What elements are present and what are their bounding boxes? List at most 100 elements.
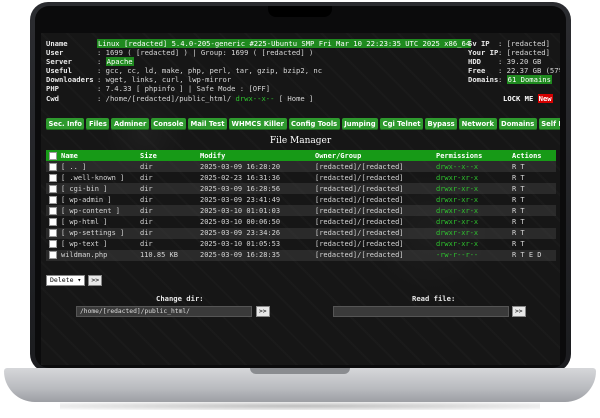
server-info-panel: Uname Linux [redacted] 5.4.0-205-generic…	[46, 39, 560, 103]
menu-domains-button[interactable]: Domains	[498, 118, 537, 130]
bulk-action-value: Delete	[50, 276, 74, 284]
cwd-path[interactable]: : /home/[redacted]/public_html/	[97, 94, 231, 103]
bulk-action-select[interactable]: Delete ▾	[46, 275, 86, 286]
menu-files-button[interactable]: Files	[86, 118, 110, 130]
file-modify[interactable]: 2025-03-09 16:28:20	[197, 161, 312, 173]
menu-config-tools-button[interactable]: Config Tools	[288, 118, 340, 130]
file-name-link[interactable]: [ wp-settings ]	[61, 229, 124, 237]
file-name-link[interactable]: [ .well-known ]	[61, 174, 124, 182]
lock-me-button[interactable]: LOCK ME New	[503, 93, 553, 103]
table-row: [ wp-content ] dir 2025-03-10 01:01:03 […	[46, 205, 556, 217]
row-checkbox[interactable]	[49, 184, 57, 193]
menu-console-button[interactable]: Console	[150, 118, 186, 130]
file-actions[interactable]: R T	[509, 216, 556, 227]
home-link[interactable]: [ Home ]	[279, 94, 314, 103]
tool-menu: Sec. Info Files Adminer Console Mail Tes…	[46, 118, 560, 130]
table-row: wildman.php 110.85 KB 2025-03-09 16:28:3…	[46, 249, 556, 261]
file-permissions[interactable]: drwxr-xr-x	[433, 239, 509, 250]
server-prefix: :	[97, 57, 106, 67]
file-name-link[interactable]: [ wp-admin ]	[61, 196, 112, 204]
file-owner: [redacted]/[redacted]	[312, 183, 433, 195]
new-badge: New	[537, 93, 553, 103]
row-checkbox[interactable]	[49, 218, 57, 227]
row-checkbox[interactable]	[49, 195, 57, 204]
file-size: dir	[140, 240, 153, 249]
menu-jumping-button[interactable]: Jumping	[341, 118, 379, 130]
bulk-go-button[interactable]: >>	[88, 275, 103, 286]
server-value-wrap: : Apache	[97, 57, 134, 67]
read-file-go-button[interactable]: >>	[512, 306, 526, 317]
file-actions[interactable]: R T	[509, 205, 556, 217]
info-label: Downloaders	[46, 75, 94, 85]
file-modify[interactable]: 2025-03-10 00:06:50	[197, 216, 312, 227]
read-file-input[interactable]	[333, 306, 509, 317]
file-actions[interactable]: R T	[509, 172, 556, 183]
change-dir-label: Change dir:	[156, 294, 204, 303]
bottom-forms: Change dir: /home/[redacted]/public_html…	[46, 290, 556, 320]
file-permissions[interactable]: drwxr-xr-x	[433, 227, 509, 239]
info-label: Your IP	[468, 48, 499, 58]
row-checkbox[interactable]	[49, 240, 57, 249]
laptop-shadow	[60, 402, 540, 410]
row-checkbox[interactable]	[49, 229, 57, 238]
file-permissions[interactable]: drwxr-xr-x	[433, 172, 509, 183]
file-permissions[interactable]: drwxr-xr-x	[433, 216, 509, 227]
select-all-checkbox[interactable]	[49, 151, 57, 160]
change-dir-go-button[interactable]: >>	[256, 306, 270, 317]
menu-adminer-button[interactable]: Adminer	[111, 118, 149, 130]
useful-value: : gcc, cc, ld, make, php, perl, tar, gzi…	[97, 66, 323, 76]
file-owner: [redacted]/[redacted]	[312, 249, 433, 261]
file-actions[interactable]: R T	[509, 227, 556, 239]
menu-self-remove-button[interactable]: Self Remove	[538, 118, 560, 130]
menu-bypass-button[interactable]: Bypass	[425, 118, 458, 130]
row-checkbox[interactable]	[49, 162, 57, 171]
file-name-cell: [ .well-known ]	[46, 172, 137, 183]
file-actions[interactable]: R T	[509, 239, 556, 250]
domains-value[interactable]: 61 Domains	[506, 75, 552, 85]
info-row-cwd: Cwd : /home/[redacted]/public_html/ drwx…	[46, 93, 556, 103]
file-actions[interactable]: R T	[509, 183, 556, 195]
file-size: 110.85 KB	[137, 249, 197, 261]
file-modify[interactable]: 2025-03-09 16:28:56	[197, 183, 312, 195]
file-name-link[interactable]: [ wp-content ]	[61, 207, 120, 215]
file-name-link[interactable]: [ wp-html ]	[61, 218, 107, 226]
menu-network-button[interactable]: Network	[459, 118, 497, 130]
menu-mail-test-button[interactable]: Mail Test	[187, 118, 227, 130]
file-modify[interactable]: 2025-03-10 01:01:03	[197, 205, 312, 217]
menu-sec-info-button[interactable]: Sec. Info	[46, 118, 85, 130]
file-modify[interactable]: 2025-03-09 16:28:35	[197, 249, 312, 261]
file-permissions[interactable]: -rw-r--r--	[433, 249, 509, 261]
change-dir-input[interactable]: /home/[redacted]/public_html/	[76, 306, 252, 317]
lock-me-label: LOCK ME	[503, 93, 534, 103]
file-permissions[interactable]: drwxr-xr-x	[433, 194, 509, 205]
file-modify[interactable]: 2025-02-23 16:31:36	[197, 172, 312, 183]
file-name-link[interactable]: [ .. ]	[61, 163, 86, 171]
menu-cgi-telnet-button[interactable]: Cgi Telnet	[380, 118, 424, 130]
file-modify[interactable]: 2025-03-09 23:41:49	[197, 194, 312, 205]
table-row: [ cgi-bin ] dir 2025-03-09 16:28:56 [red…	[46, 183, 556, 195]
file-actions[interactable]: R T E D	[509, 249, 556, 261]
file-modify[interactable]: 2025-03-09 23:34:26	[197, 227, 312, 239]
file-modify[interactable]: 2025-03-10 01:05:53	[197, 239, 312, 250]
file-size: dir	[137, 227, 197, 239]
file-owner: [redacted]/[redacted]	[315, 240, 404, 249]
file-owner: [redacted]/[redacted]	[312, 205, 433, 217]
file-actions[interactable]: R T	[509, 194, 556, 205]
file-actions[interactable]: R T	[509, 161, 556, 173]
file-permissions[interactable]: drwxr-xr-x	[433, 183, 509, 195]
uname-value: Linux [redacted] 5.4.0-205-generic #225-…	[97, 39, 472, 49]
row-checkbox[interactable]	[49, 173, 57, 182]
menu-whmcs-killer-button[interactable]: WHMCS Killer	[228, 118, 287, 130]
file-name-link[interactable]: [ wp-text ]	[61, 240, 107, 248]
info-row-user: User : 1699 ( [redacted] ) | Group: 1699…	[46, 48, 556, 57]
row-checkbox[interactable]	[49, 251, 57, 260]
file-owner: [redacted]/[redacted]	[315, 218, 404, 227]
file-owner: [redacted]/[redacted]	[312, 227, 433, 239]
row-checkbox[interactable]	[49, 206, 57, 215]
file-name-link[interactable]: wildman.php	[61, 251, 107, 259]
column-label: Name	[61, 151, 78, 160]
file-permissions[interactable]: drwxr-xr-x	[433, 205, 509, 217]
file-permissions[interactable]: drwx--x--x	[433, 161, 509, 173]
file-name-link[interactable]: [ cgi-bin ]	[61, 185, 107, 193]
your-ip-value: : [redacted]	[498, 48, 550, 58]
